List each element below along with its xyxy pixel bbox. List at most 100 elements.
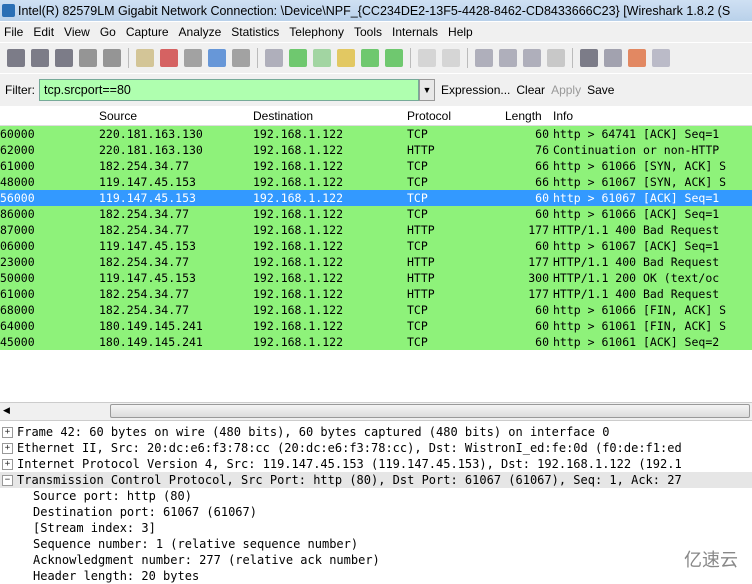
menu-internals[interactable]: Internals [392,25,438,39]
print-icon[interactable] [232,49,250,67]
cell-destination: 192.168.1.122 [253,175,344,189]
column-header-protocol[interactable]: Protocol [407,109,451,123]
detail-tree-item[interactable]: + Frame 42: 60 bytes on wire (480 bits), … [0,424,752,440]
packet-row[interactable]: 50000 119.147.45.153 192.168.1.122 HTTP 300 H… [0,270,752,286]
detail-text: Internet Protocol Version 4, Src: 119.14… [17,457,682,471]
expand-icon[interactable]: + [2,443,13,454]
capture-filters-icon[interactable] [580,49,598,67]
cell-length: 76 [535,143,549,157]
reload-icon[interactable] [208,49,226,67]
menu-file[interactable]: File [4,25,23,39]
column-header-info[interactable]: Info [553,109,573,123]
cell-protocol: HTTP [407,223,435,237]
cell-destination: 192.168.1.122 [253,255,344,269]
expand-icon[interactable]: + [2,459,13,470]
menu-go[interactable]: Go [100,25,116,39]
column-header-source[interactable]: Source [99,109,137,123]
filter-dropdown-button[interactable]: ▼ [419,79,435,101]
interfaces-icon[interactable] [7,49,25,67]
cell-time: 87000 [0,223,35,237]
detail-field[interactable]: Acknowledgment number: 277 (relative ack… [0,552,752,568]
menu-analyze[interactable]: Analyze [179,25,222,39]
scrollbar-thumb[interactable] [110,404,750,418]
menu-statistics[interactable]: Statistics [231,25,279,39]
cell-source: 182.254.34.77 [99,207,190,221]
column-header-length[interactable]: Length [505,109,549,123]
packet-row[interactable]: 06000 119.147.45.153 192.168.1.122 TCP 60 htt… [0,238,752,254]
cell-time: 61000 [0,287,35,301]
save-filter-button[interactable]: Save [587,83,614,97]
detail-tree-item[interactable]: − Transmission Control Protocol, Src Port… [0,472,752,488]
expression-button[interactable]: Expression... [441,83,510,97]
goto-icon[interactable] [337,49,355,67]
autoscroll-icon[interactable] [442,49,460,67]
packet-row[interactable]: 62000 220.181.163.130 192.168.1.122 HTTP 76 C… [0,142,752,158]
packet-row[interactable]: 86000 182.254.34.77 192.168.1.122 TCP 60 http… [0,206,752,222]
expand-icon[interactable]: + [2,427,13,438]
menu-tools[interactable]: Tools [354,25,382,39]
filter-input[interactable]: tcp.srcport==80 [39,79,419,101]
apply-button[interactable]: Apply [551,83,581,97]
cell-protocol: TCP [407,303,428,317]
packet-row[interactable]: 87000 182.254.34.77 192.168.1.122 HTTP 177 HT… [0,222,752,238]
packet-row[interactable]: 23000 182.254.34.77 192.168.1.122 HTTP 177 HT… [0,254,752,270]
restart-icon[interactable] [103,49,121,67]
forward-icon[interactable] [313,49,331,67]
options-icon[interactable] [31,49,49,67]
menu-telephony[interactable]: Telephony [289,25,344,39]
resize-columns-icon[interactable] [547,49,565,67]
detail-field[interactable]: Destination port: 61067 (61067) [0,504,752,520]
detail-field[interactable]: Header length: 20 bytes [0,568,752,584]
packet-row[interactable]: 45000 180.149.145.241 192.168.1.122 TCP 60 ht… [0,334,752,350]
menu-capture[interactable]: Capture [126,25,169,39]
cell-protocol: HTTP [407,255,435,269]
last-icon[interactable] [385,49,403,67]
cell-info: http > 61066 [ACK] Seq=1 [553,207,720,221]
menu-help[interactable]: Help [448,25,473,39]
packet-row[interactable]: 61000 182.254.34.77 192.168.1.122 HTTP 177 HT… [0,286,752,302]
menu-edit[interactable]: Edit [33,25,54,39]
preferences-icon[interactable] [652,49,670,67]
stop-icon[interactable] [79,49,97,67]
horizontal-scrollbar[interactable]: ◀ [0,402,752,421]
colorize-icon[interactable] [418,49,436,67]
coloring-rules-icon[interactable] [628,49,646,67]
display-filters-icon[interactable] [604,49,622,67]
close-icon[interactable] [184,49,202,67]
cell-protocol: TCP [407,335,428,349]
detail-field[interactable]: [Stream index: 3] [0,520,752,536]
start-icon[interactable] [55,49,73,67]
back-icon[interactable] [289,49,307,67]
normal-size-icon[interactable] [523,49,541,67]
packet-row[interactable]: 61000 182.254.34.77 192.168.1.122 TCP 66 http… [0,158,752,174]
save-icon[interactable] [160,49,178,67]
detail-tree-item[interactable]: + Ethernet II, Src: 20:dc:e6:f3:78:cc (20… [0,440,752,456]
detail-tree-item[interactable]: + Internet Protocol Version 4, Src: 119.1… [0,456,752,472]
clear-button[interactable]: Clear [516,83,545,97]
packet-row[interactable]: 60000 220.181.163.130 192.168.1.122 TCP 60 ht… [0,126,752,142]
first-icon[interactable] [361,49,379,67]
watermark-logo: 亿速云 [684,550,738,570]
cell-time: 45000 [0,335,35,349]
packet-row[interactable]: 68000 182.254.34.77 192.168.1.122 TCP 60 http… [0,302,752,318]
cell-length: 60 [535,127,549,141]
cell-info: HTTP/1.1 200 OK (text/oc [553,271,720,285]
scroll-left-icon[interactable]: ◀ [3,405,10,416]
column-header-destination[interactable]: Destination [253,109,313,123]
cell-source: 182.254.34.77 [99,287,190,301]
open-icon[interactable] [136,49,154,67]
zoom-in-icon[interactable] [475,49,493,67]
menu-view[interactable]: View [64,25,90,39]
zoom-out-icon[interactable] [499,49,517,67]
cell-length: 177 [528,287,549,301]
detail-field[interactable]: Sequence number: 1 (relative sequence nu… [0,536,752,552]
detail-field[interactable]: Source port: http (80) [0,488,752,504]
cell-info: http > 61066 [FIN, ACK] S [553,303,727,317]
collapse-icon[interactable]: − [2,475,13,486]
find-icon[interactable] [265,49,283,67]
packet-row[interactable]: 48000 119.147.45.153 192.168.1.122 TCP 66 htt… [0,174,752,190]
filter-label: Filter: [5,83,35,97]
packet-row[interactable]: 56000 119.147.45.153 192.168.1.122 TCP 60 htt… [0,190,752,206]
cell-length: 60 [535,239,549,253]
packet-row[interactable]: 64000 180.149.145.241 192.168.1.122 TCP 60 ht… [0,318,752,334]
